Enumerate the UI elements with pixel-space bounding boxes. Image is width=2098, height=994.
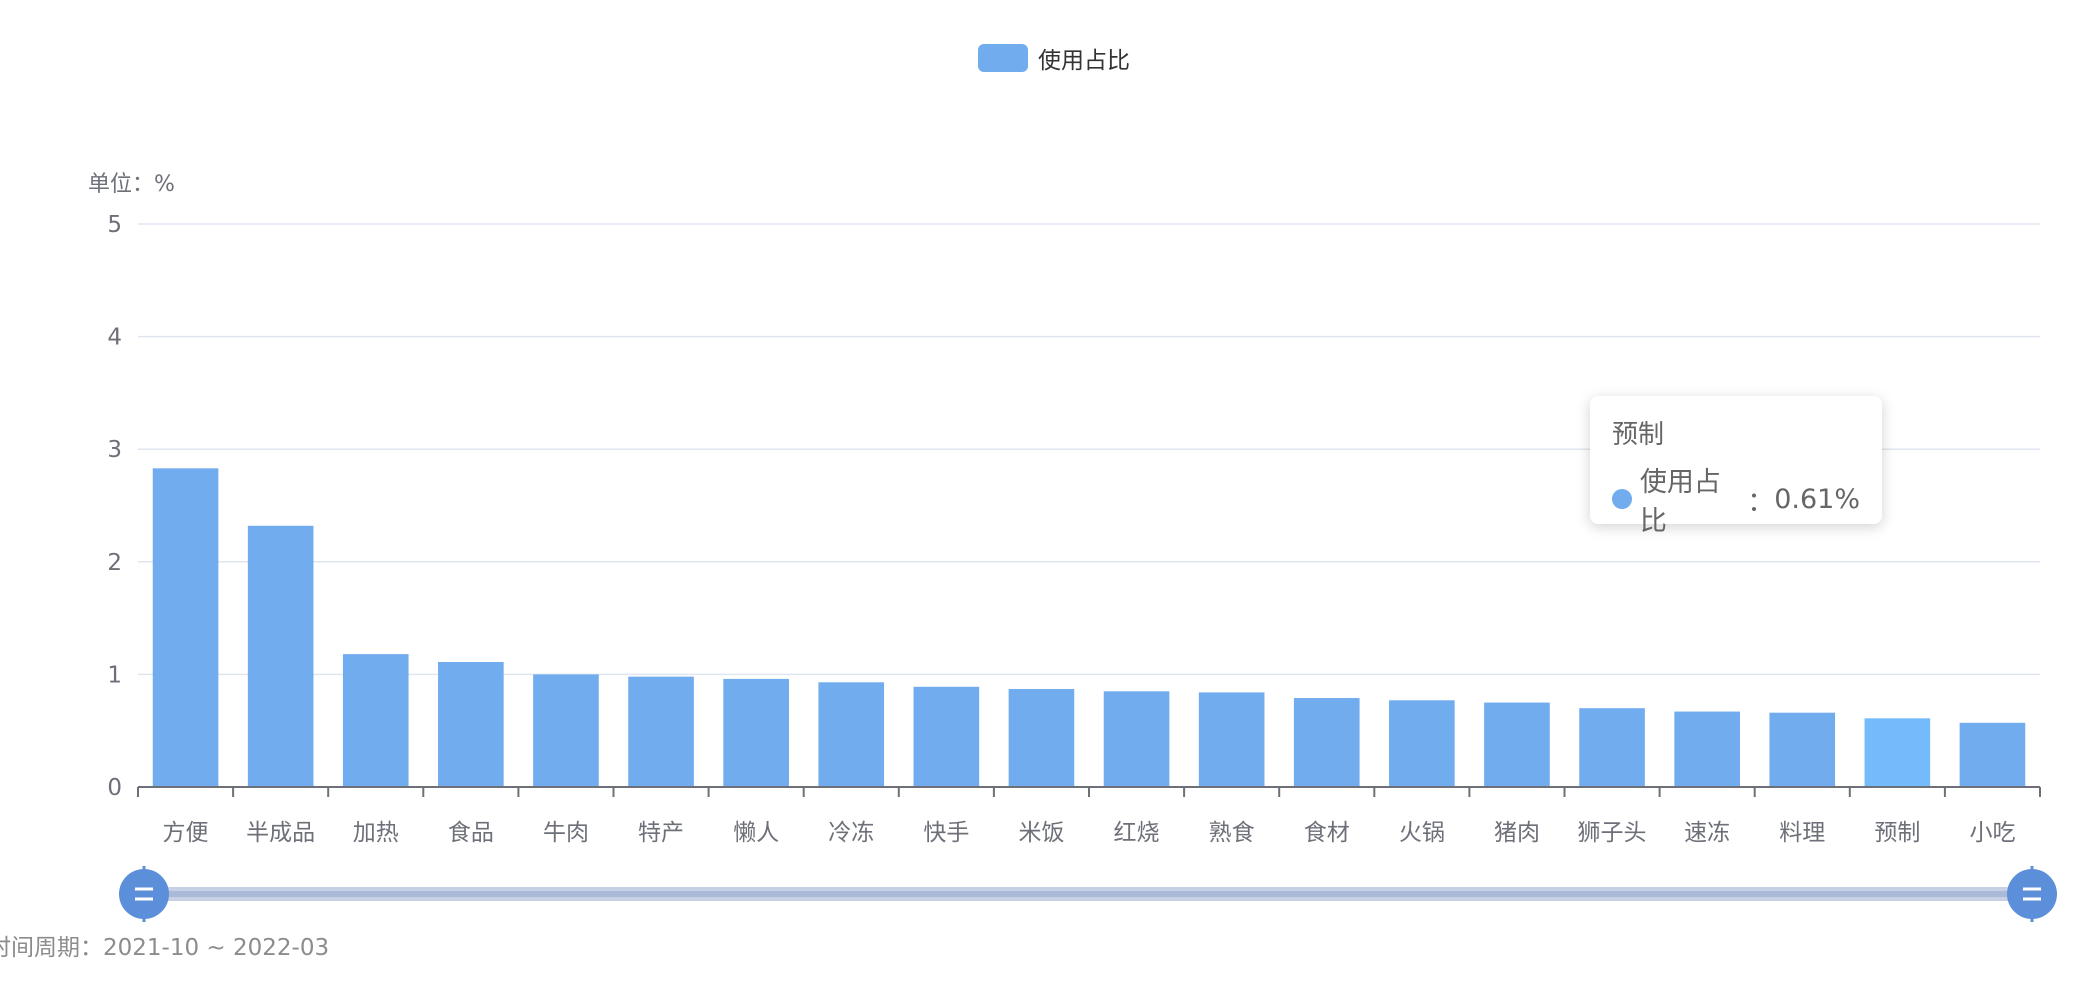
x-tick-label: 特产 [638, 820, 684, 846]
slider-selection[interactable] [144, 891, 2032, 897]
x-tick-label: 食材 [1304, 820, 1350, 846]
x-tick-label: 速冻 [1684, 820, 1730, 846]
y-tick-label: 3 [107, 437, 122, 463]
x-tick-label: 猪肉 [1494, 820, 1540, 846]
x-tick-label: 小吃 [1969, 820, 2015, 846]
y-axis-tick-labels: 0 1 2 3 4 5 [107, 212, 122, 801]
slider-handle-knob[interactable] [119, 869, 169, 919]
legend-swatch[interactable] [978, 44, 1028, 72]
bar[interactable] [913, 686, 980, 787]
bar[interactable] [1579, 708, 1645, 787]
x-tick-label: 预制 [1874, 820, 1920, 846]
tooltip-separator: ： [1747, 486, 1775, 518]
data-zoom-slider[interactable] [119, 866, 2057, 922]
bar[interactable] [1674, 711, 1740, 787]
x-tick-label: 懒人 [733, 820, 779, 846]
x-tick-label: 加热 [353, 820, 399, 846]
y-tick-label: 1 [107, 662, 122, 688]
bar[interactable] [1959, 722, 2026, 787]
tooltip-value: 0.61% [1774, 483, 1860, 515]
x-tick-label: 冷冻 [828, 820, 874, 846]
x-tick-label: 牛肉 [543, 820, 589, 846]
tooltip-series-name: 使用占比 [1639, 467, 1721, 537]
slider-handle-right[interactable] [2007, 866, 2057, 922]
bar[interactable] [1198, 692, 1265, 787]
x-tick-label: 熟食 [1209, 820, 1255, 846]
y-tick-label: 5 [107, 212, 122, 238]
bar[interactable] [152, 468, 219, 787]
x-tick-label: 方便 [163, 820, 209, 846]
x-tick-label: 红烧 [1114, 820, 1160, 846]
bar[interactable] [628, 676, 694, 787]
legend-label: 使用占比 [1038, 48, 1130, 74]
y-axis-unit-label: 单位：% [88, 172, 175, 197]
x-tick-label: 火锅 [1399, 820, 1445, 846]
x-tick-label: 快手 [923, 820, 969, 846]
bar[interactable] [723, 678, 789, 787]
tooltip-series-dot [1612, 489, 1632, 509]
bar[interactable] [1769, 712, 1836, 787]
bar[interactable] [1864, 718, 1931, 787]
time-period-label: 时间周期：2021-10 ~ 2022-03 [0, 935, 330, 961]
y-tick-label: 0 [107, 775, 122, 801]
y-tick-label: 4 [107, 325, 122, 351]
x-tick-label: 米饭 [1018, 820, 1064, 846]
tooltip-title: 预制 [1612, 420, 1665, 450]
legend[interactable]: 使用占比 [978, 40, 1130, 76]
bar[interactable] [1103, 691, 1170, 787]
tooltip: 预制 使用占比 ： 0.61% [1590, 396, 1882, 537]
y-tick-label: 2 [107, 550, 122, 576]
x-tick-label: 料理 [1779, 820, 1825, 846]
bar[interactable] [247, 525, 314, 787]
bar[interactable] [342, 654, 409, 787]
x-tick-label: 半成品 [246, 820, 315, 846]
bar[interactable] [818, 682, 885, 787]
bar[interactable] [1484, 702, 1550, 787]
slider-handle-left[interactable] [119, 866, 169, 922]
bar[interactable] [1008, 689, 1075, 787]
bar[interactable] [438, 662, 504, 787]
slider-handle-knob[interactable] [2007, 869, 2057, 919]
x-tick-label: 食品 [448, 820, 494, 846]
bar[interactable] [1389, 700, 1455, 787]
x-axis-tick-labels: 方便 半成品 加热 食品 牛肉 特产 懒人 冷冻 快手 米饭 红烧 熟食 食材 火锅 猪肉 狮子头 速冻 料理 预制… [163, 820, 2016, 846]
x-tick-label: 狮子头 [1578, 820, 1647, 846]
bar[interactable] [533, 674, 599, 787]
bar[interactable] [1293, 698, 1360, 787]
x-axis [137, 786, 2041, 797]
tooltip-row: 使用占比 ： 0.61% [1612, 460, 1860, 538]
